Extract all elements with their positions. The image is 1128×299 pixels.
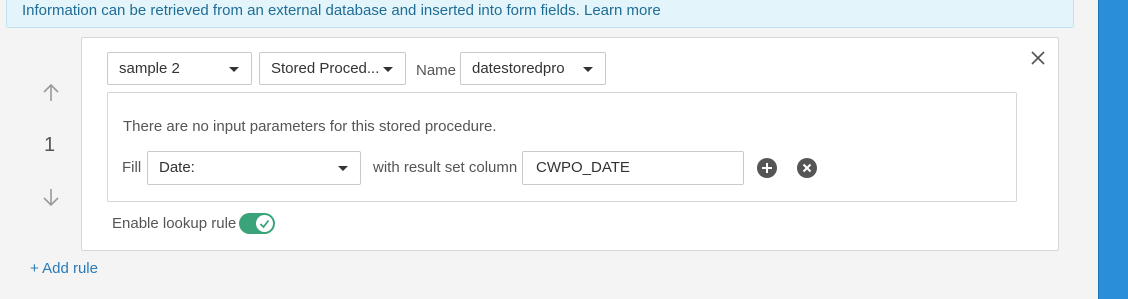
remove-circle-icon[interactable]	[797, 158, 817, 178]
enable-lookup-label: Enable lookup rule	[112, 215, 237, 232]
arrow-down-icon[interactable]	[40, 186, 62, 208]
no-params-message: There are no input parameters for this s…	[123, 118, 497, 135]
fill-label: Fill	[122, 159, 142, 176]
chevron-down-icon	[338, 166, 348, 171]
result-column-input[interactable]: CWPO_DATE	[522, 151, 744, 185]
info-banner: Information can be retrieved from an ext…	[6, 0, 1074, 28]
check-icon	[256, 215, 273, 232]
procedure-name-select[interactable]: datestoredpro	[460, 52, 606, 85]
fill-field-select[interactable]: Date:	[147, 151, 361, 185]
learn-more-link[interactable]: Learn more	[584, 2, 661, 19]
data-source-value: sample 2	[119, 60, 180, 77]
parameters-panel	[107, 92, 1017, 202]
plus-circle-icon[interactable]	[757, 158, 777, 178]
chevron-down-icon	[229, 67, 239, 72]
result-column-label: with result set column	[373, 159, 518, 176]
side-panel-edge	[1098, 0, 1128, 299]
result-column-value: CWPO_DATE	[536, 159, 630, 176]
data-source-select[interactable]: sample 2	[107, 52, 252, 85]
procedure-name-value: datestoredpro	[472, 60, 565, 77]
name-label: Name	[416, 62, 457, 79]
query-type-value: Stored Proced...	[271, 60, 380, 77]
arrow-up-icon[interactable]	[40, 82, 62, 104]
banner-text: Information can be retrieved from an ext…	[22, 2, 580, 19]
rule-number: 1	[44, 134, 56, 156]
add-rule-link[interactable]: + Add rule	[30, 260, 98, 277]
chevron-down-icon	[383, 67, 393, 72]
chevron-down-icon	[583, 67, 593, 72]
enable-lookup-toggle[interactable]	[239, 213, 275, 234]
fill-field-value: Date:	[159, 159, 195, 176]
query-type-select[interactable]: Stored Proced...	[259, 52, 406, 85]
close-icon[interactable]	[1028, 48, 1048, 68]
